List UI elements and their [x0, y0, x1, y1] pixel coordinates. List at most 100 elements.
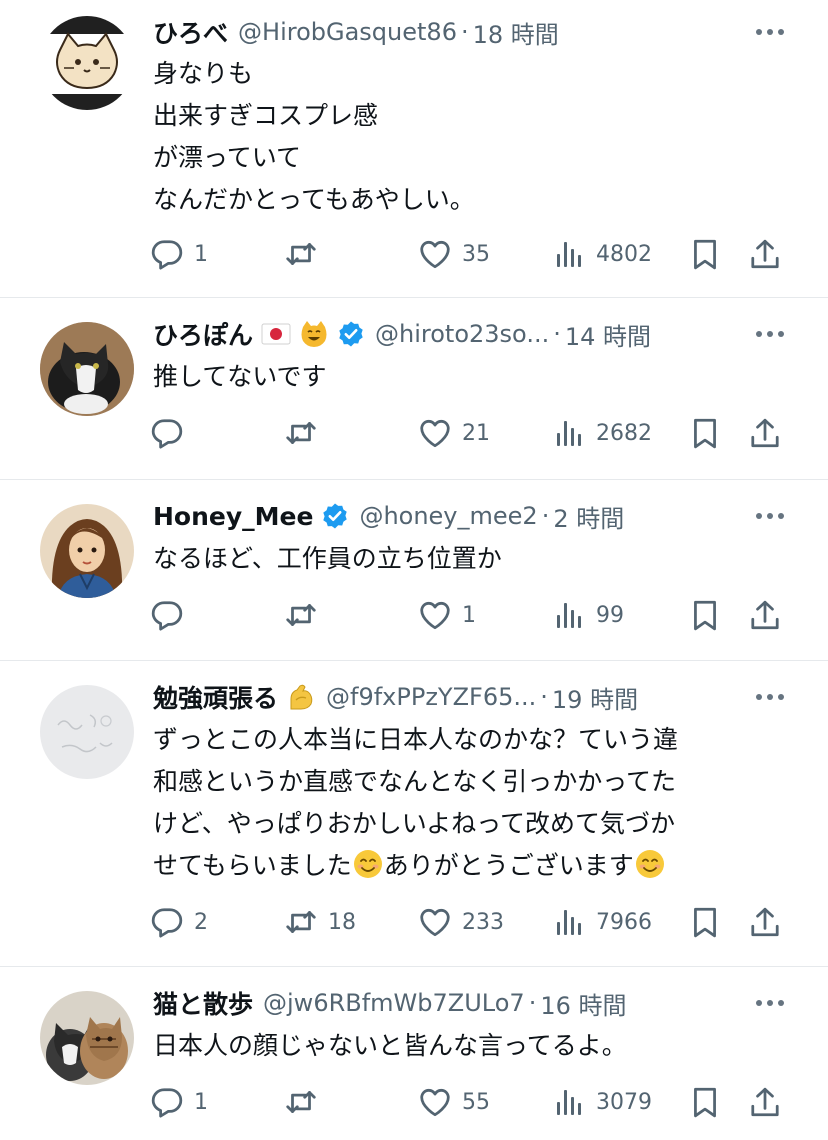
views-button[interactable]: 7966 — [554, 902, 652, 942]
timestamp[interactable]: 18 時間 — [473, 15, 559, 49]
cat-face-emoji — [301, 321, 327, 347]
tweet-text-line: が漂っていて — [153, 143, 302, 172]
retweet-button[interactable] — [284, 1082, 328, 1122]
views-button[interactable]: 4802 — [554, 234, 652, 274]
share-button[interactable] — [748, 234, 782, 274]
heart-icon — [418, 416, 452, 450]
retweet-button[interactable] — [284, 234, 328, 274]
reply-button[interactable]: 1 — [150, 1082, 208, 1122]
action-bar: 1 55 3079 — [150, 1082, 784, 1122]
reply-button[interactable] — [150, 595, 194, 635]
display-name[interactable]: 猫と散歩 — [153, 986, 253, 1020]
user-handle[interactable]: @honey_mee2 — [359, 502, 537, 530]
avatar[interactable] — [40, 991, 134, 1085]
japan-flag-emoji — [261, 323, 291, 345]
like-count: 35 — [462, 241, 490, 267]
timestamp[interactable]: 14 時間 — [565, 317, 651, 351]
user-handle[interactable]: @f9fxPPzYZF65... — [326, 683, 536, 711]
retweet-button[interactable]: 18 — [284, 902, 356, 942]
views-icon — [554, 599, 586, 631]
cat-illustration-avatar-image — [40, 16, 134, 110]
share-icon — [748, 237, 782, 271]
separator-dot: · — [540, 683, 548, 711]
bookmark-button[interactable] — [688, 413, 722, 453]
retweet-icon — [284, 598, 318, 632]
reply-button[interactable] — [150, 413, 194, 453]
separator-dot: · — [528, 989, 537, 1017]
share-button[interactable] — [748, 413, 782, 453]
views-icon — [554, 1086, 586, 1118]
verified-badge-icon — [321, 502, 349, 530]
views-icon — [554, 417, 586, 449]
like-button[interactable]: 55 — [418, 1082, 490, 1122]
more-icon[interactable] — [756, 694, 784, 702]
tweet[interactable]: 勉強頑張る @f9fxPPzYZF65... · 19 時間 ずっとこの人本当に… — [0, 661, 828, 967]
retweet-button[interactable] — [284, 595, 328, 635]
tweet[interactable]: 猫と散歩 @jw6RBfmWb7ZULo7 · 16 時間 日本人の顔じゃないと… — [0, 967, 828, 1140]
tweet-header: ひろぽん @hiroto23so... · 14 時間 — [153, 317, 738, 351]
like-button[interactable]: 21 — [418, 413, 490, 453]
retweet-icon — [284, 1085, 318, 1119]
display-name[interactable]: 勉強頑張る — [153, 680, 278, 714]
tweet-header: 猫と散歩 @jw6RBfmWb7ZULo7 · 16 時間 — [153, 986, 738, 1020]
share-button[interactable] — [748, 902, 782, 942]
tweet-text-line: ずっとこの人本当に日本人なのかな？ていう違 — [153, 725, 679, 754]
views-button[interactable]: 99 — [554, 595, 624, 635]
bookmark-button[interactable] — [688, 234, 722, 274]
flexed-biceps-emoji — [290, 684, 313, 710]
action-bar: 21 2682 — [150, 413, 784, 453]
tweet-text: 日本人の顔じゃないと皆んな言ってるよ。 — [153, 1025, 788, 1067]
tweet-text-segment: せてもらいました — [153, 851, 352, 880]
more-icon[interactable] — [756, 331, 784, 339]
bookmark-icon — [688, 416, 722, 450]
display-name[interactable]: Honey_Mee — [153, 502, 313, 531]
like-button[interactable]: 233 — [418, 902, 504, 942]
avatar[interactable] — [40, 504, 134, 598]
user-handle[interactable]: @HirobGasquet86 — [238, 18, 457, 46]
views-count: 7966 — [596, 909, 652, 935]
more-icon[interactable] — [756, 513, 784, 521]
timestamp[interactable]: 2 時間 — [553, 499, 624, 533]
smiling-face-emoji — [635, 850, 664, 878]
bookmark-button[interactable] — [688, 595, 722, 635]
share-button[interactable] — [748, 1082, 782, 1122]
bookmark-button[interactable] — [688, 902, 722, 942]
share-button[interactable] — [748, 595, 782, 635]
display-name[interactable]: ひろべ — [153, 15, 228, 49]
tweet-text-line: せてもらいました ありがとうございます — [153, 845, 788, 887]
retweet-count: 18 — [328, 909, 356, 935]
user-handle[interactable]: @jw6RBfmWb7ZULo7 — [263, 989, 525, 1017]
retweet-icon — [284, 905, 318, 939]
more-icon[interactable] — [756, 29, 784, 37]
avatar[interactable] — [40, 685, 134, 779]
separator-dot: · — [460, 18, 469, 46]
views-button[interactable]: 3079 — [554, 1082, 652, 1122]
heart-icon — [418, 598, 452, 632]
tweet-text: ずっとこの人本当に日本人なのかな？ていう違 和感というか直感でなんとなく引っかか… — [153, 719, 788, 887]
like-count: 233 — [462, 909, 504, 935]
tweet[interactable]: ひろぽん @hiroto23so... · 14 時間 推してないです 21 2… — [0, 298, 828, 480]
timestamp[interactable]: 19 時間 — [552, 680, 638, 714]
reply-button[interactable]: 2 — [150, 902, 208, 942]
heart-icon — [418, 1085, 452, 1119]
views-button[interactable]: 2682 — [554, 413, 652, 453]
timestamp[interactable]: 16 時間 — [540, 986, 626, 1020]
action-bar: 1 35 4802 — [150, 234, 784, 274]
avatar[interactable] — [40, 16, 134, 110]
like-button[interactable]: 35 — [418, 234, 490, 274]
reply-count: 2 — [194, 909, 208, 935]
tweet[interactable]: ひろべ @HirobGasquet86 · 18 時間 身なりも 出来すぎコスプ… — [0, 0, 828, 298]
bookmark-button[interactable] — [688, 1082, 722, 1122]
like-button[interactable]: 1 — [418, 595, 476, 635]
more-icon[interactable] — [756, 1000, 784, 1008]
tweet-text-line: 出来すぎコスプレ感 — [153, 101, 379, 130]
action-bar: 2 18 233 7966 — [150, 902, 784, 942]
display-name[interactable]: ひろぽん — [153, 317, 253, 351]
user-handle[interactable]: @hiroto23so... — [375, 320, 549, 348]
tweet[interactable]: Honey_Mee @honey_mee2 · 2 時間 なるほど、工作員の立ち… — [0, 480, 828, 661]
reply-button[interactable]: 1 — [150, 234, 208, 274]
avatar[interactable] — [40, 322, 134, 416]
views-count: 99 — [596, 602, 624, 628]
bookmark-icon — [688, 905, 722, 939]
retweet-button[interactable] — [284, 413, 328, 453]
